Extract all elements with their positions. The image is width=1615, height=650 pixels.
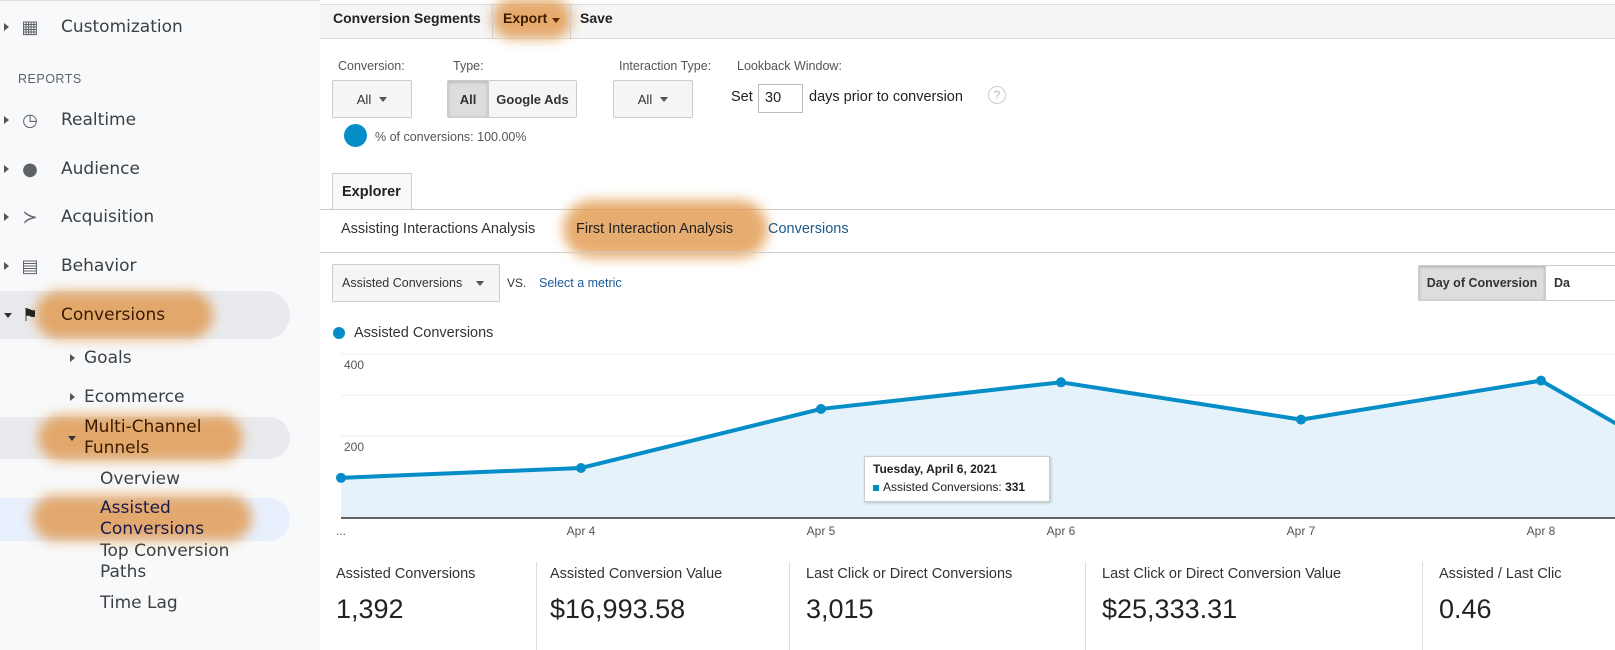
kpi-title: Last Click or Direct Conversion Value (1102, 566, 1342, 582)
dropdown-arrow-icon (476, 280, 485, 286)
sidebar-item-assisted-conversions[interactable]: Assisted Conversions (100, 498, 240, 540)
y-tick-label: 400 (344, 358, 364, 372)
series-square-icon (873, 485, 879, 491)
kpi-value: 3,015 (806, 594, 874, 624)
subtab-first-interaction[interactable]: First Interaction Analysis (576, 221, 733, 237)
person-icon: ● (22, 158, 38, 180)
kpi-title: Last Click or Direct Conversions (806, 566, 1013, 582)
type-label: Type: (453, 59, 484, 73)
caret-right-icon (4, 262, 9, 270)
x-tick-label: Apr 6 (1047, 524, 1076, 538)
tab-explorer[interactable]: Explorer (332, 173, 412, 210)
x-tick-label: Apr 7 (1287, 524, 1316, 538)
data-point (1296, 414, 1306, 425)
conversion-segments-button[interactable]: Conversion Segments (333, 10, 481, 26)
assisted-conversions-chart: 200 400... Apr 4 Apr 5 Apr 6 Apr 7 Apr 8 (336, 353, 1615, 538)
data-point (816, 403, 826, 414)
save-button[interactable]: Save (580, 10, 613, 26)
caret-right-icon (4, 213, 9, 221)
conversion-label: Conversion: (338, 59, 405, 73)
main-content: Conversion Segments Export Save Conversi… (320, 0, 1615, 650)
data-point (576, 462, 586, 473)
day-other-button[interactable]: Da (1545, 265, 1615, 301)
kpi-value: $16,993.58 (550, 594, 686, 624)
lookback-label: Lookback Window: (737, 59, 842, 73)
sidebar-item-top-conversion-paths[interactable]: Top Conversion Paths (100, 541, 240, 583)
behavior-icon: ▤ (21, 255, 39, 277)
kpi-title: Assisted Conversions (336, 566, 476, 582)
dropdown-arrow-icon (552, 18, 561, 23)
kpi-assisted-conversion-value: Assisted Conversion Value $16,993.58 (537, 562, 790, 650)
caret-right-icon (4, 116, 9, 124)
data-point (1056, 377, 1066, 388)
segment-dot-icon (344, 124, 367, 147)
caret-down-icon (68, 435, 76, 441)
select-metric-link[interactable]: Select a metric (539, 276, 622, 290)
sidebar-item-time-lag[interactable]: Time Lag (100, 592, 178, 614)
data-point (1536, 375, 1546, 386)
sidebar-item-overview[interactable]: Overview (100, 468, 180, 490)
sidebar: ▦ Customization REPORTS ◷ Realtime ● Aud… (0, 0, 320, 650)
toolbar: Conversion Segments Export Save (320, 0, 1615, 39)
kpi-value: $25,333.31 (1102, 594, 1238, 624)
customization-icon: ▦ (21, 16, 39, 38)
x-tick-label: Apr 5 (807, 524, 836, 538)
type-all-button[interactable]: All (447, 80, 489, 118)
subtab-conversions[interactable]: Conversions (768, 221, 849, 237)
caret-right-icon (70, 393, 75, 401)
clock-icon: ◷ (22, 109, 38, 131)
dropdown-arrow-icon (660, 96, 669, 102)
kpi-value: 0.46 (1439, 594, 1492, 624)
x-tick-label: ... (336, 524, 346, 538)
pct-conversions: % of conversions: 100.00% (375, 130, 527, 144)
caret-down-icon (4, 312, 12, 318)
kpi-title: Assisted / Last Clic (1439, 566, 1562, 582)
day-of-conversion-button[interactable]: Day of Conversion (1418, 265, 1546, 301)
caret-right-icon (70, 354, 75, 362)
caret-right-icon (4, 23, 9, 31)
lookback-days-input[interactable]: 30 (758, 84, 803, 113)
flag-icon: ⚑ (21, 304, 39, 326)
interaction-type-label: Interaction Type: (619, 59, 712, 73)
y-tick-label: 200 (344, 440, 364, 454)
x-tick-label: Apr 4 (567, 524, 596, 538)
tooltip-title: Tuesday, April 6, 2021 (873, 462, 997, 476)
dropdown-arrow-icon (379, 96, 388, 102)
x-tick-label: Apr 8 (1527, 524, 1556, 538)
interaction-type-dropdown[interactable]: All (613, 80, 693, 118)
conversion-dropdown[interactable]: All (332, 80, 412, 118)
chart-legend: Assisted Conversions (354, 325, 494, 341)
kpi-assisted-last-click-ratio: Assisted / Last Clic 0.46 (1423, 562, 1615, 650)
kpi-last-click-conversion-value: Last Click or Direct Conversion Value $25… (1086, 562, 1423, 650)
tooltip-label: Assisted Conversions: (883, 480, 1002, 494)
vs-label: VS. (507, 276, 527, 290)
acquisition-icon: ≻ (22, 206, 38, 228)
help-icon[interactable]: ? (988, 86, 1006, 104)
subtab-assisting-interactions[interactable]: Assisting Interactions Analysis (341, 221, 535, 237)
export-button[interactable]: Export (503, 10, 561, 26)
tooltip-value: 331 (1005, 480, 1026, 494)
caret-right-icon (4, 165, 9, 173)
set-label: Set (731, 89, 753, 105)
type-google-ads-button[interactable]: Google Ads (488, 80, 577, 118)
kpi-assisted-conversions: Assisted Conversions 1,392 (320, 562, 537, 650)
metric-dropdown[interactable]: Assisted Conversions (332, 264, 500, 302)
legend-dot-icon (333, 327, 345, 339)
data-point (336, 472, 346, 483)
lookback-suffix: days prior to conversion (809, 89, 963, 105)
reports-heading: REPORTS (18, 72, 82, 86)
kpi-value: 1,392 (336, 594, 404, 624)
kpi-last-click-conversions: Last Click or Direct Conversions 3,015 (790, 562, 1086, 650)
chart-tooltip: Tuesday, April 6, 2021 Assisted Conversi… (864, 456, 1050, 502)
kpi-title: Assisted Conversion Value (550, 566, 723, 582)
